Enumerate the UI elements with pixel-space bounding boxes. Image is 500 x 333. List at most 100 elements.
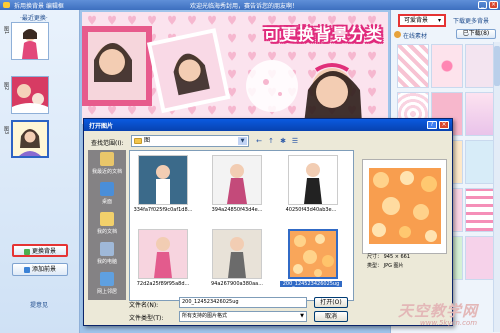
add-image-icon [23,266,30,273]
file-image [139,230,187,278]
recent-icon [100,152,114,166]
recent-thumb-3[interactable] [11,120,49,158]
add-foreground-button[interactable]: 添加前景 [12,263,68,276]
place-network[interactable]: 网上邻居 [88,270,126,300]
file-name-label: 文件名(N): [129,302,159,309]
file-name[interactable]: 40250f43d40ab3e... [280,207,342,213]
minimize-button[interactable]: _ [478,1,487,9]
download-more-link[interactable]: 下载更多背景 [453,16,489,25]
file-name-selected[interactable]: 200_124523426025ug [280,281,342,287]
thumb-tab-2[interactable]: 图2 [2,82,10,114]
place-label: 桌面 [101,199,112,205]
open-button[interactable]: 打开(O) [314,297,348,308]
background-scrollbar[interactable] [493,42,500,332]
dialog-close-button[interactable]: × [439,121,449,129]
dialog-titlebar: 打开图片 ? × [84,119,452,131]
network-icon [100,272,114,286]
folder-icon [134,138,142,144]
help-button[interactable]: ? [427,121,437,129]
open-image-dialog: 打开图片 ? × 查找范围(I): 图 ▼ ← ↑ ✱ ☰ 我最近的文档 桌面 … [83,118,453,326]
bg-tile[interactable] [397,44,429,88]
place-computer[interactable]: 我的电脑 [88,240,126,270]
file-thumb[interactable] [212,229,262,279]
look-in-label: 查找范围(I): [91,140,124,147]
thumb-tab-1[interactable]: 图1 [2,26,10,58]
place-label: 我的电脑 [96,259,117,265]
file-image [289,156,337,204]
recent-panel: ·最近更换· 图1 图2 图3 更换背景 添加前景 提意见 [0,10,80,333]
file-list[interactable]: 334fa7f025f9c0af1d8... 394a24850f43d4e..… [129,150,354,301]
scrollbar-thumb[interactable] [494,46,500,86]
file-name[interactable]: 334fa7f025f9c0af1d8... [132,207,194,213]
thumb-image-3 [13,122,47,156]
close-button[interactable]: × [489,1,498,9]
file-name[interactable]: 94a267900a380aa... [206,281,268,287]
file-image [213,156,261,204]
online-icon [394,31,401,38]
file-name-input[interactable]: 200_124523426025ug [179,297,307,308]
look-in-select[interactable]: 图 ▼ [131,135,249,147]
file-type-value: 所有支持的图片格式 [182,313,228,319]
watermark-logo: 天空教学网 [398,302,479,320]
feedback-link[interactable]: 提意见 [30,300,48,309]
back-icon[interactable]: ← [254,136,264,146]
view-menu-icon[interactable]: ☰ [290,136,300,146]
place-desktop[interactable]: 桌面 [88,180,126,210]
downloaded-button[interactable]: 已下载(8) [456,29,496,39]
cancel-button[interactable]: 取消 [314,311,348,322]
file-thumb[interactable] [138,155,188,205]
dialog-title: 打开图片 [89,123,114,130]
file-image [213,230,261,278]
background-category-value: 可爱背景 [404,17,429,24]
app-titlebar: 拆用换背景 编辑框 欢迎光临海秀封用，赛告诉您的朋友啊！ _ × [0,0,500,10]
place-documents[interactable]: 我的文档 [88,210,126,240]
file-name[interactable]: 72d2a25f89f95a8d... [132,281,194,287]
thumb-tab-3[interactable]: 图3 [2,126,10,158]
change-background-label: 更换背景 [31,248,56,255]
file-thumb[interactable] [138,229,188,279]
chevron-down-icon: ▼ [238,137,247,145]
watermark-url: www.5kycn.com [420,319,478,327]
app-icon [3,2,10,8]
preview-image [369,168,441,244]
image-size-info: 尺寸： 945 × 661 [367,254,411,260]
place-recent[interactable]: 我最近的文档 [88,150,126,180]
image-preview [362,159,447,254]
file-thumb-selected[interactable] [288,229,338,279]
recent-thumb-1[interactable] [11,22,49,60]
welcome-message: 欢迎光临海秀封用，赛告诉您的朋友啊！ [190,3,299,10]
place-label: 网上邻居 [96,289,117,295]
thumb-image-2 [12,77,48,113]
preview-canvas[interactable]: 可更换背景分类 [82,12,388,124]
recent-header: ·最近更换· [20,15,48,22]
image-icon [23,248,30,255]
documents-icon [100,212,114,226]
thumb-image-1 [12,23,48,59]
category-headline: 可更换背景分类 [264,25,384,44]
bg-tile[interactable] [431,44,463,88]
place-label: 我最近的文档 [91,169,122,175]
file-thumb[interactable] [288,155,338,205]
file-type-select[interactable]: 所有支持的图片格式 ▼ [179,311,307,322]
file-image [290,231,336,277]
file-name[interactable]: 394a24850f43d4e... [206,207,268,213]
file-thumb[interactable] [212,155,262,205]
change-background-button[interactable]: 更换背景 [12,244,68,257]
online-materials-label[interactable]: 在线素材 [403,31,427,40]
desktop-icon [100,182,114,196]
place-label: 我的文档 [96,229,117,235]
image-type-info: 类型： JPG 图片 [367,263,404,269]
places-bar: 我最近的文档 桌面 我的文档 我的电脑 网上邻居 [88,150,126,300]
background-category-select[interactable]: 可爱背景 ▾ [398,14,446,27]
file-image [139,156,187,204]
computer-icon [100,242,114,256]
chevron-down-icon: ▾ [437,17,441,24]
chevron-down-icon: ▼ [300,313,304,319]
file-type-label: 文件类型(T): [129,315,164,322]
add-foreground-label: 添加前景 [31,266,56,273]
look-in-value: 图 [144,137,151,144]
new-folder-icon[interactable]: ✱ [278,136,288,146]
up-folder-icon[interactable]: ↑ [266,136,276,146]
app-title: 拆用换背景 编辑框 [14,3,64,10]
recent-thumb-2[interactable] [11,76,49,114]
